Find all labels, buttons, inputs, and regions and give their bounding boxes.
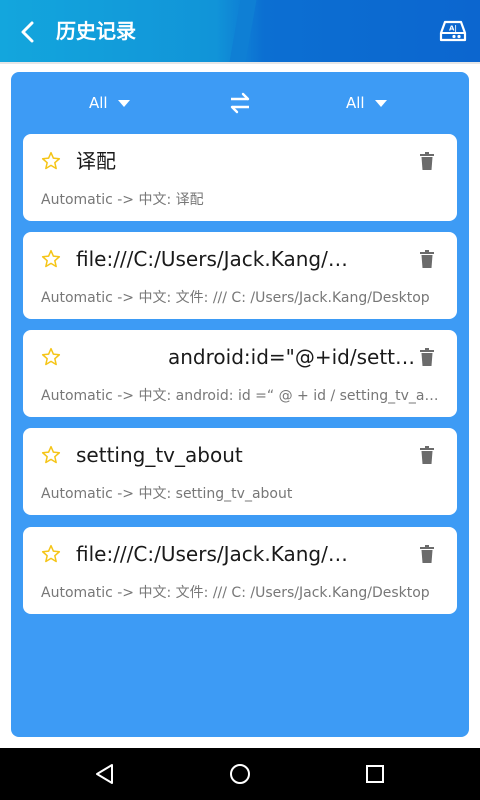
source-language-label: All — [89, 94, 108, 112]
star-icon[interactable] — [41, 347, 61, 367]
history-translation: Automatic -> 中文: 文件: /// C: /Users/Jack.… — [41, 290, 430, 306]
nav-home-icon[interactable] — [228, 762, 252, 786]
star-icon[interactable] — [41, 151, 61, 171]
trash-icon[interactable] — [420, 152, 434, 170]
history-item[interactable]: file:///C:/Users/Jack.Kang/Desktop Autom… — [23, 232, 457, 319]
history-source-text: 译配 — [76, 149, 116, 173]
trash-icon[interactable] — [420, 348, 434, 366]
history-source-text: file:///C:/Users/Jack.Kang/Desktop — [76, 247, 352, 271]
history-translation: Automatic -> 中文: 文件: /// C: /Users/Jack.… — [41, 585, 430, 601]
chevron-left-icon — [21, 21, 34, 43]
target-language-label: All — [346, 94, 365, 112]
caret-down-icon — [374, 99, 387, 107]
language-filter-row: All All — [11, 72, 469, 132]
target-language-dropdown[interactable]: All — [346, 92, 387, 114]
history-item[interactable]: 译配 Automatic -> 中文: 译配 — [23, 134, 457, 221]
source-language-dropdown[interactable]: All — [89, 92, 130, 114]
history-item[interactable]: setting_tv_about Automatic -> 中文: settin… — [23, 428, 457, 515]
translate-device-icon[interactable]: A| — [438, 16, 468, 46]
caret-down-icon — [117, 99, 130, 107]
star-icon[interactable] — [41, 249, 61, 269]
header-decoration — [229, 0, 257, 62]
history-translation: Automatic -> 中文: 译配 — [41, 192, 204, 208]
nav-back-icon[interactable] — [93, 762, 117, 786]
system-navigation-bar — [0, 748, 480, 800]
history-translation: Automatic -> 中文: setting_tv_about — [41, 486, 293, 502]
trash-icon[interactable] — [420, 446, 434, 464]
nav-recents-icon[interactable] — [363, 762, 387, 786]
swap-arrows-icon[interactable] — [228, 91, 252, 115]
app-header: 历史记录 A| — [0, 0, 480, 62]
star-icon[interactable] — [41, 544, 61, 564]
history-item[interactable]: android:id="@+id/setting_tv_about" Autom… — [23, 330, 457, 417]
history-source-text: android:id="@+id/setting_tv_about" — [168, 345, 418, 369]
history-panel: All All 译配 Automatic -> 中文: 译配 file:///C… — [11, 72, 469, 737]
history-item[interactable]: file:///C:/Users/Jack.Kang/Desktop Autom… — [23, 527, 457, 614]
star-icon[interactable] — [41, 445, 61, 465]
header-divider — [0, 62, 480, 64]
history-source-text: file:///C:/Users/Jack.Kang/Desktop — [76, 542, 352, 566]
history-translation: Automatic -> 中文: android: id =“ @ + id /… — [41, 388, 447, 404]
page-title: 历史记录 — [56, 19, 136, 43]
trash-icon[interactable] — [420, 545, 434, 563]
history-source-text: setting_tv_about — [76, 443, 243, 467]
trash-icon[interactable] — [420, 250, 434, 268]
svg-text:A|: A| — [449, 25, 457, 34]
back-button[interactable] — [14, 18, 42, 46]
